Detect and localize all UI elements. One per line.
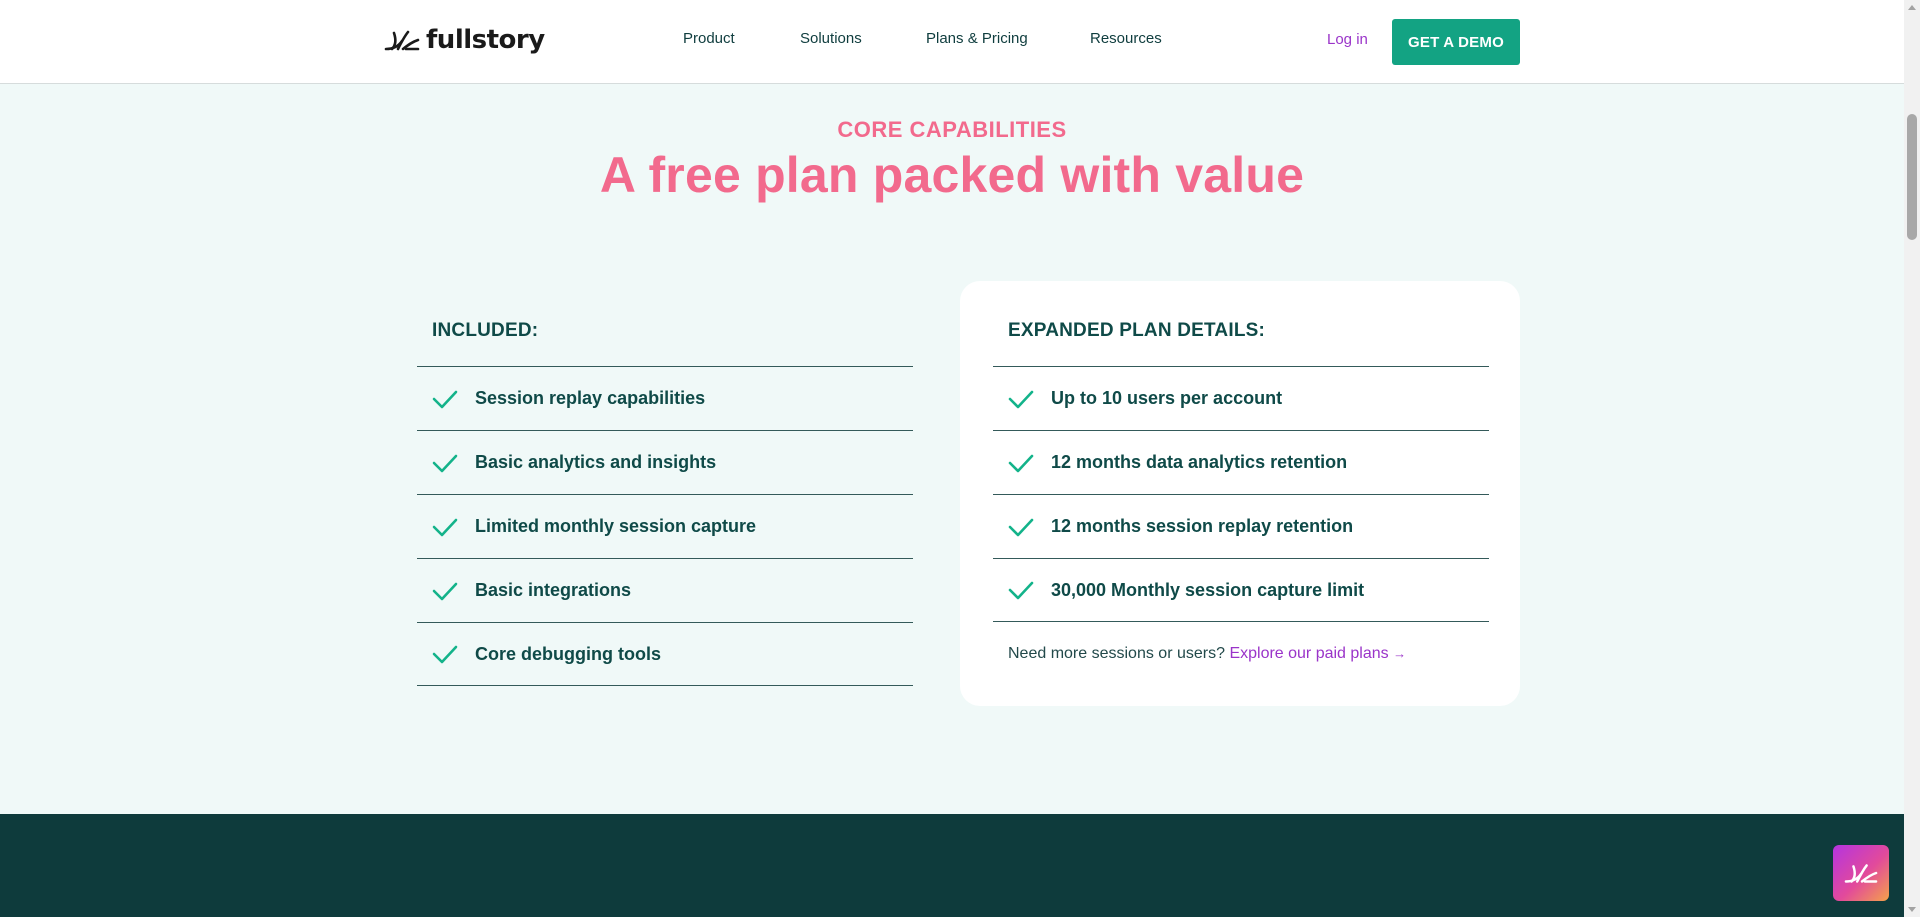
page-scrollbar[interactable]	[1904, 0, 1920, 917]
get-demo-button[interactable]: GET A DEMO	[1392, 19, 1520, 65]
nav-item-product[interactable]: Product	[683, 30, 735, 47]
check-icon	[1008, 518, 1034, 536]
section-eyebrow: CORE CAPABILITIES	[837, 117, 1067, 142]
scroll-up-icon[interactable]	[1908, 5, 1916, 10]
check-icon	[432, 582, 458, 600]
section-headline: A free plan packed with value	[599, 147, 1305, 203]
expanded-list: Up to 10 users per account 12 months dat…	[993, 366, 1489, 622]
expanded-title: EXPANDED PLAN DETAILS:	[1008, 320, 1266, 341]
footer-band	[0, 814, 1904, 917]
list-item-label: Limited monthly session capture	[475, 516, 757, 536]
fullstory-logo[interactable]: fullstory	[384, 24, 545, 56]
fullstory-chat-icon	[1844, 864, 1878, 883]
check-icon	[432, 454, 458, 472]
fullstory-burst-icon	[384, 30, 420, 51]
list-item-label: Up to 10 users per account	[1051, 388, 1283, 408]
check-icon	[432, 645, 458, 664]
list-item-label: Basic integrations	[475, 580, 632, 600]
list-item: Up to 10 users per account	[993, 366, 1489, 430]
list-item: Core debugging tools	[417, 622, 913, 686]
scrollbar-thumb[interactable]	[1907, 114, 1917, 240]
list-item-label: 30,000 Monthly session capture limit	[1051, 579, 1365, 600]
list-item-label: Session replay capabilities	[475, 388, 706, 408]
arrow-right-icon[interactable]: →	[1393, 646, 1406, 661]
check-icon	[1008, 390, 1034, 408]
list-item: Basic integrations	[417, 558, 913, 622]
login-link[interactable]: Log in	[1327, 31, 1368, 48]
chat-launcher-button[interactable]	[1833, 845, 1889, 901]
list-item: Limited monthly session capture	[417, 494, 913, 558]
check-icon	[1008, 454, 1034, 472]
list-item-label: 12 months session replay retention	[1051, 516, 1354, 536]
list-item: 12 months data analytics retention	[993, 430, 1489, 494]
list-item-label: Basic analytics and insights	[475, 452, 717, 472]
included-title: INCLUDED:	[432, 320, 539, 341]
check-icon	[1008, 581, 1034, 600]
logo-text: fullstory	[426, 25, 545, 55]
nav-item-resources[interactable]: Resources	[1090, 30, 1162, 47]
site-header: fullstory Product Solutions Plans & Pric…	[0, 0, 1904, 84]
explore-paid-plans-link[interactable]: Explore our paid plans	[1229, 645, 1388, 662]
list-item-label: Core debugging tools	[475, 643, 661, 664]
list-item: Basic analytics and insights	[417, 430, 913, 494]
included-list: Session replay capabilities Basic analyt…	[417, 366, 913, 686]
list-item: 12 months session replay retention	[993, 494, 1489, 558]
list-item: 30,000 Monthly session capture limit	[993, 558, 1489, 622]
check-icon	[432, 390, 458, 408]
list-item-label: 12 months data analytics retention	[1051, 452, 1348, 472]
scroll-down-icon[interactable]	[1908, 907, 1916, 912]
nav-item-plans-pricing[interactable]: Plans & Pricing	[926, 30, 1028, 47]
note-text: Need more sessions or users?	[1008, 645, 1225, 662]
list-item: Session replay capabilities	[417, 366, 913, 430]
check-icon	[432, 518, 458, 536]
nav-item-solutions[interactable]: Solutions	[800, 30, 862, 47]
paid-plans-note: Need more sessions or users? Explore our…	[1008, 645, 1406, 663]
